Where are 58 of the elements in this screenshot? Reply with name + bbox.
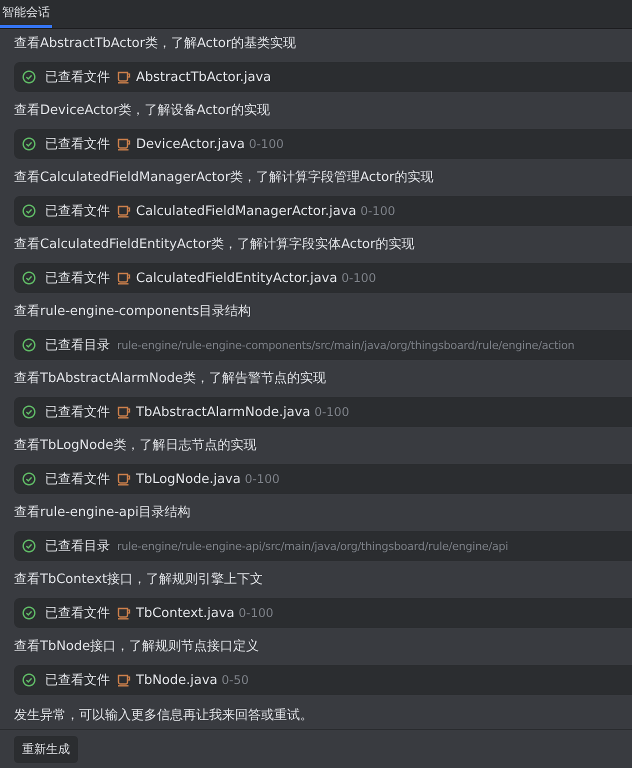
status-label: 已查看文件 <box>45 69 110 86</box>
coffee-cup-icon <box>117 70 131 84</box>
directory-path: rule-engine/rule-engine-components/src/main/java/org/thingsboard/rule/engine/action <box>117 338 574 352</box>
check-circle-icon <box>22 472 36 486</box>
file-link[interactable]: AbstractTbActor.java <box>136 70 272 84</box>
check-circle-icon <box>22 338 36 352</box>
check-circle-icon <box>22 606 36 620</box>
line-range: 0-100 <box>360 204 396 218</box>
coffee-cup-icon <box>117 472 131 486</box>
step-description: 查看CalculatedFieldEntityActor类，了解计算字段实体Actor的实现 <box>14 236 416 254</box>
coffee-cup-icon <box>117 673 131 687</box>
directory-path: rule-engine/rule-engine-api/src/main/java/org/thingsboard/rule/engine/api <box>117 540 508 552</box>
regenerate-button[interactable]: 重新生成 <box>14 736 78 762</box>
file-link[interactable]: CalculatedFieldEntityActor.java <box>136 270 338 286</box>
check-circle-icon <box>22 271 36 285</box>
check-circle-icon <box>22 137 36 151</box>
step-description: 查看CalculatedFieldManagerActor类，了解计算字段管理Actor的实现 <box>14 169 434 187</box>
file-link[interactable]: TbAbstractAlarmNode.java <box>136 404 310 420</box>
status-label: 已查看文件 <box>45 203 110 220</box>
step-description: 查看DeviceActor类，了解设备Actor的实现 <box>14 102 271 120</box>
coffee-cup-icon <box>117 606 131 620</box>
check-circle-icon <box>22 204 36 218</box>
status-label: 已查看文件 <box>45 404 110 421</box>
step-description: 查看TbNode接口，了解规则节点接口定义 <box>14 638 260 656</box>
coffee-cup-icon <box>117 405 131 419</box>
check-circle-icon <box>22 70 36 84</box>
file-link[interactable]: TbContext.java <box>136 606 234 620</box>
line-range: 0-100 <box>238 606 274 620</box>
line-range: 0-100 <box>248 137 284 151</box>
line-range: 0-50 <box>222 673 249 687</box>
status-label: 已查看文件 <box>45 672 110 689</box>
file-link[interactable]: CalculatedFieldManagerActor.java <box>136 204 356 218</box>
coffee-cup-icon <box>117 137 131 151</box>
step-description: 查看TbAbstractAlarmNode类，了解告警节点的实现 <box>14 370 327 388</box>
check-circle-icon <box>22 405 36 419</box>
line-range: 0-100 <box>314 405 350 419</box>
error-message: 发生异常，可以输入更多信息再让我来回答或重试。 <box>14 707 314 725</box>
coffee-cup-icon <box>117 271 131 285</box>
step-description: 查看TbLogNode类，了解日志节点的实现 <box>14 437 258 455</box>
chat-tab[interactable]: 智能会话 <box>0 0 52 28</box>
status-label: 已查看文件 <box>45 270 110 287</box>
file-link[interactable]: TbLogNode.java <box>136 472 241 486</box>
step-description: 查看AbstractTbActor类，了解Actor的基类实现 <box>14 35 298 53</box>
line-range: 0-100 <box>244 472 280 486</box>
check-circle-icon <box>22 673 36 687</box>
coffee-cup-icon <box>117 204 131 218</box>
step-description: 查看rule-engine-components目录结构 <box>14 303 252 321</box>
file-link[interactable]: TbNode.java <box>136 672 218 688</box>
status-label: 已查看文件 <box>45 471 110 488</box>
step-description: 查看TbContext接口，了解规则引擎上下文 <box>14 571 264 589</box>
status-label: 已查看目录 <box>45 337 110 354</box>
line-range: 0-100 <box>341 271 376 285</box>
check-circle-icon <box>22 539 36 553</box>
file-link[interactable]: DeviceActor.java <box>136 136 245 152</box>
status-label: 已查看文件 <box>45 605 110 622</box>
status-label: 已查看目录 <box>45 538 110 555</box>
step-description: 查看rule-engine-api目录结构 <box>14 504 192 522</box>
status-label: 已查看文件 <box>45 136 110 153</box>
